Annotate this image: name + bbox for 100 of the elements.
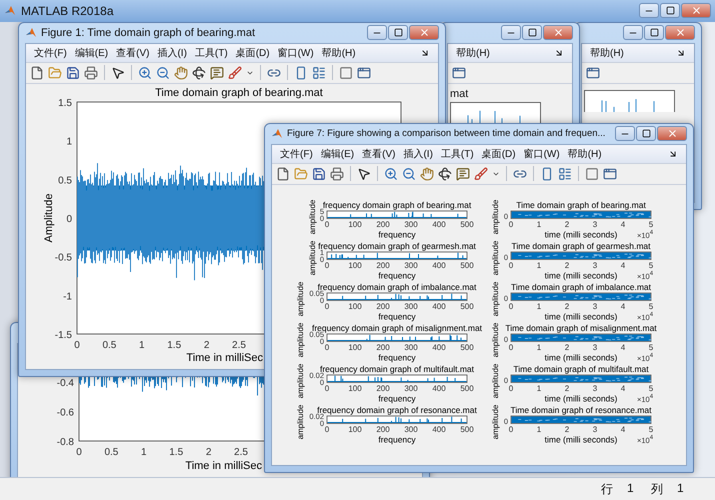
y-axis-label: amplitude: [308, 200, 317, 234]
print-icon[interactable]: [84, 66, 98, 80]
maximize-button[interactable]: [522, 25, 542, 40]
x-tick-label: 1: [536, 302, 542, 311]
x-tick-label: 1: [536, 260, 542, 270]
x-axis-label: frequency: [378, 434, 416, 444]
colorbar-icon[interactable]: [540, 166, 554, 181]
close-icon: [666, 128, 678, 140]
zoom-in-icon[interactable]: [138, 66, 152, 80]
menu-item[interactable]: 窗口(W): [524, 146, 560, 161]
x-tick-label: 500: [460, 424, 474, 434]
x-axis-label: frequency: [378, 393, 416, 404]
close-button[interactable]: [543, 25, 573, 40]
data-cursor-icon[interactable]: [210, 66, 224, 80]
menu-item[interactable]: 工具(T): [194, 46, 228, 60]
close-button[interactable]: [681, 3, 711, 18]
app-logo-icon: [4, 4, 16, 17]
maximize-icon: [650, 28, 658, 38]
pointer-icon[interactable]: [111, 66, 125, 80]
menu-item[interactable]: 帮助(H): [322, 46, 356, 60]
x-tick-label: 0: [324, 342, 330, 352]
square-icon[interactable]: [339, 66, 353, 80]
subplot-title: Time domain graph of multifault.mat: [513, 364, 649, 374]
y-axis-label: amplitude: [491, 240, 500, 276]
menu-item[interactable]: 编辑(E): [320, 146, 354, 161]
data-cursor-icon[interactable]: [456, 166, 470, 181]
menu-item[interactable]: 桌面(D): [236, 46, 270, 60]
menu-item[interactable]: 查看(V): [362, 146, 396, 161]
x-tick-label: 0: [324, 302, 330, 311]
maximize-button[interactable]: [660, 3, 680, 18]
menu-item[interactable]: 文件(F): [34, 46, 67, 60]
maximize-button[interactable]: [636, 126, 656, 142]
brush-icon[interactable]: [228, 66, 242, 80]
legend-icon[interactable]: [312, 66, 326, 80]
x-tick-label: 300: [404, 424, 418, 434]
window-icon[interactable]: [452, 66, 466, 80]
status-value: 1: [627, 480, 634, 497]
status-value: 1: [677, 480, 684, 497]
subplot-title: frequency domain graph of bearing.mat: [322, 200, 472, 210]
print-icon[interactable]: [330, 166, 344, 181]
legend-icon[interactable]: [558, 166, 572, 181]
y-axis-label: amplitude: [491, 404, 500, 440]
window-icon[interactable]: [603, 166, 617, 181]
zoom-out-icon[interactable]: [156, 66, 170, 80]
status-label: 列: [651, 480, 663, 498]
menu-item[interactable]: 工具(T): [440, 146, 474, 161]
save-icon[interactable]: [312, 166, 326, 181]
x-tick-label: 5: [648, 220, 654, 229]
close-button[interactable]: [657, 126, 687, 142]
colorbar-icon[interactable]: [294, 66, 308, 80]
dock-arrow-icon[interactable]: [420, 48, 430, 58]
new-file-icon[interactable]: [30, 66, 44, 80]
rotate-icon[interactable]: [192, 66, 206, 80]
rotate-icon[interactable]: [438, 166, 452, 181]
x-tick-label: 0: [76, 446, 82, 458]
menu-item[interactable]: 桌面(D): [482, 146, 516, 161]
x-tick-label: 2: [564, 260, 570, 270]
zoom-in-icon[interactable]: [384, 166, 398, 181]
x-tick-label: 100: [348, 424, 362, 434]
maximize-icon: [642, 129, 650, 138]
x-tick-label: 3: [592, 424, 598, 434]
pointer-icon[interactable]: [357, 166, 371, 181]
x-tick-label: 3: [592, 384, 598, 393]
x-tick-label: 2.5: [232, 340, 246, 351]
x-tick-label: 300: [404, 220, 418, 229]
x-tick-label: 100: [348, 220, 362, 229]
menu-item[interactable]: 查看(V): [116, 46, 150, 60]
menu-item[interactable]: 插入(I): [403, 146, 433, 161]
menu-item[interactable]: 插入(I): [157, 46, 187, 60]
maximize-button[interactable]: [644, 25, 664, 40]
x-tick-label: 2: [206, 446, 212, 458]
window-icon[interactable]: [357, 66, 371, 80]
x-tick-label: 400: [432, 220, 446, 229]
zoom-out-icon[interactable]: [402, 166, 416, 181]
app-logo-icon: [25, 26, 37, 39]
dock-arrow-icon[interactable]: [554, 48, 564, 58]
dock-arrow-icon[interactable]: [668, 148, 678, 159]
square-icon[interactable]: [585, 166, 599, 181]
x-tick-label: 5: [648, 384, 654, 393]
new-file-icon[interactable]: [276, 166, 290, 181]
maximize-button[interactable]: [388, 25, 408, 40]
menu-item[interactable]: 帮助(H): [568, 146, 602, 161]
x-tick-label: 3: [592, 260, 598, 270]
close-button[interactable]: [409, 25, 439, 40]
subplot-title: frequency domain graph of gearmesh.mat: [318, 240, 476, 251]
y-axis-label: amplitude: [491, 200, 500, 234]
window-icon[interactable]: [586, 66, 600, 80]
menu-item[interactable]: 文件(F): [280, 146, 313, 161]
x-tick-label: 1.5: [169, 446, 184, 458]
save-icon[interactable]: [66, 66, 80, 80]
x-tick-label: 400: [432, 342, 446, 352]
dock-arrow-icon[interactable]: [676, 48, 686, 58]
y-tick-label: -0.4: [56, 378, 74, 389]
brush-icon[interactable]: [474, 166, 488, 181]
x-tick-label: 0: [508, 342, 514, 352]
subplot-title: Time domain graph of imbalance.mat: [511, 282, 651, 292]
menu-item[interactable]: 窗口(W): [278, 46, 314, 60]
close-button[interactable]: [665, 25, 695, 40]
x-tick-label: 400: [432, 260, 446, 270]
menu-item[interactable]: 编辑(E): [74, 46, 108, 60]
